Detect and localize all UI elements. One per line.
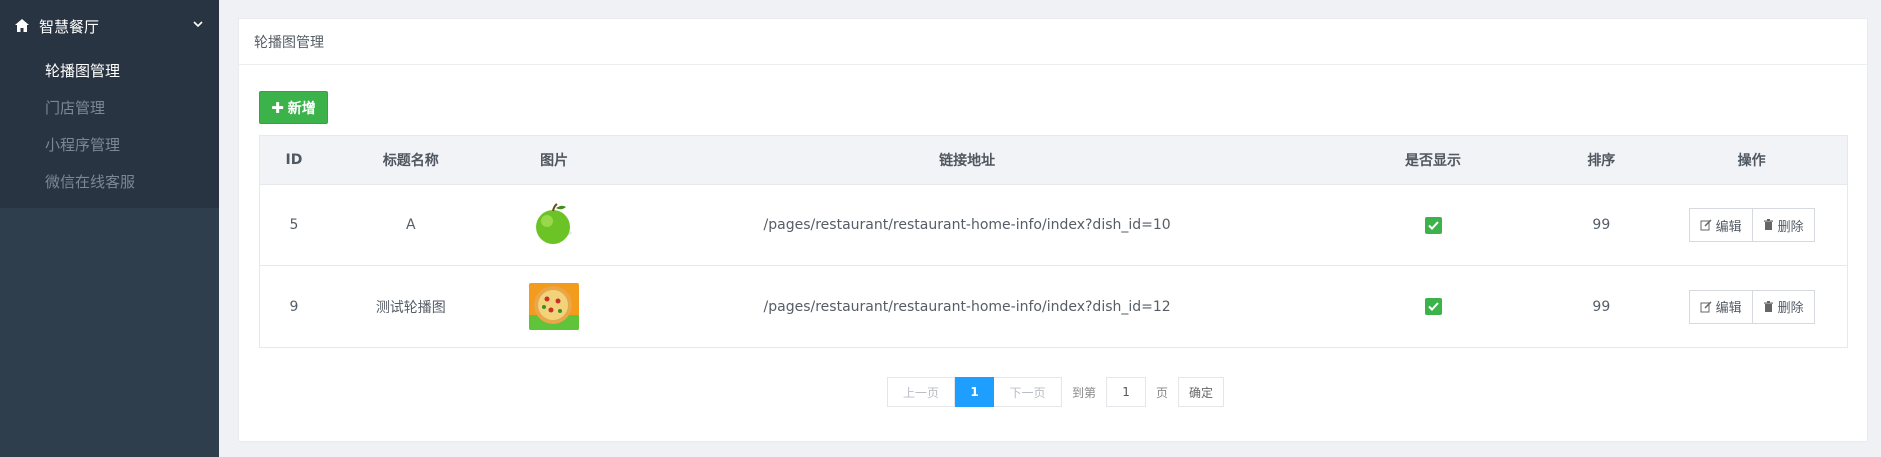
chevron-down-icon	[193, 21, 203, 31]
goto-confirm-button[interactable]: 确定	[1178, 377, 1225, 407]
cell-show	[1320, 266, 1547, 347]
cell-id: 9	[289, 298, 299, 315]
sidebar-group-header[interactable]: 智慧餐厅	[0, 0, 219, 52]
page-number-current[interactable]: 1	[955, 377, 994, 407]
header-show: 是否显示	[1405, 153, 1462, 169]
sidebar-item-stores[interactable]: 门店管理	[0, 89, 219, 126]
sidebar-item-label: 轮播图管理	[45, 62, 121, 80]
cell-image	[494, 266, 615, 347]
sidebar: 智慧餐厅 轮播图管理 门店管理 小程序管理 微信在线客服	[0, 0, 219, 457]
edit-button-label: 编辑	[1715, 219, 1742, 235]
edit-button[interactable]: 编辑	[1688, 289, 1753, 324]
prev-page-button[interactable]: 上一页	[887, 377, 955, 407]
table-row: 9 测试轮播图 /pages/restaurant/restaurant-hom…	[260, 266, 1847, 347]
content-panel: 轮播图管理 ✚ 新增 ID 标题名称 图片 链接地址 是否显示 排序 操作 5 …	[238, 18, 1868, 442]
cell-id: 5	[289, 217, 299, 233]
plus-icon: ✚	[271, 98, 284, 117]
goto-page-input[interactable]	[1106, 377, 1147, 407]
pizza-icon	[529, 283, 580, 330]
sidebar-item-label: 微信在线客服	[45, 173, 136, 191]
delete-button-label: 删除	[1777, 301, 1804, 316]
sidebar-menu: 智慧餐厅 轮播图管理 门店管理 小程序管理 微信在线客服	[0, 0, 219, 208]
cell-title: 测试轮播图	[375, 299, 446, 316]
cell-sort: 99	[1592, 298, 1611, 315]
header-id: ID	[285, 152, 303, 168]
edit-button-label: 编辑	[1715, 301, 1742, 316]
sidebar-item-wechat-service[interactable]: 微信在线客服	[0, 163, 219, 200]
next-page-button[interactable]: 下一页	[994, 377, 1062, 407]
cell-image	[494, 185, 615, 265]
sidebar-item-label: 小程序管理	[45, 136, 121, 154]
operation-buttons: 编辑 删除	[1688, 289, 1815, 324]
sidebar-item-miniprogram[interactable]: 小程序管理	[0, 126, 219, 163]
checkbox-checked-icon[interactable]	[1424, 298, 1442, 315]
edit-icon	[1700, 300, 1712, 312]
add-button-label: 新增	[287, 100, 316, 117]
header-operations: 操作	[1737, 153, 1766, 169]
delete-button[interactable]: 删除	[1752, 289, 1815, 324]
cell-operations: 编辑 删除	[1656, 185, 1847, 265]
sidebar-item-label: 门店管理	[45, 99, 106, 117]
green-apple-icon	[529, 201, 580, 249]
goto-suffix: 页	[1156, 385, 1169, 400]
cell-link: /pages/restaurant/restaurant-home-info/i…	[763, 217, 1171, 233]
delete-button-label: 删除	[1777, 219, 1804, 235]
table-row: 5 A /pages/restaurant/restaurant-home-in…	[260, 185, 1847, 266]
trash-icon	[1763, 300, 1773, 312]
panel-title: 轮播图管理	[254, 34, 324, 51]
home-icon	[15, 19, 29, 33]
header-link: 链接地址	[939, 153, 996, 169]
sidebar-item-carousel[interactable]: 轮播图管理	[0, 52, 219, 89]
table-header: ID 标题名称 图片 链接地址 是否显示 排序 操作	[260, 136, 1847, 185]
header-image: 图片	[540, 153, 569, 169]
header-sort: 排序	[1587, 153, 1616, 169]
delete-button[interactable]: 删除	[1752, 208, 1815, 242]
cell-show	[1320, 185, 1547, 265]
checkbox-checked-icon[interactable]	[1424, 216, 1442, 234]
cell-operations: 编辑 删除	[1656, 266, 1847, 347]
trash-icon	[1763, 219, 1773, 230]
carousel-table: ID 标题名称 图片 链接地址 是否显示 排序 操作 5 A /pages/re…	[259, 135, 1848, 348]
cell-title: A	[406, 217, 416, 233]
operation-buttons: 编辑 删除	[1688, 208, 1815, 242]
sidebar-group-title: 智慧餐厅	[39, 17, 100, 36]
header-title: 标题名称	[382, 153, 439, 169]
goto-prefix: 到第	[1072, 385, 1097, 400]
add-button[interactable]: ✚ 新增	[259, 91, 328, 124]
cell-link: /pages/restaurant/restaurant-home-info/i…	[763, 298, 1171, 315]
pagination: 上一页 1 下一页 到第 页 确定	[887, 377, 1225, 407]
cell-sort: 99	[1592, 217, 1611, 233]
edit-button[interactable]: 编辑	[1688, 208, 1753, 242]
panel-header: 轮播图管理	[239, 19, 1867, 65]
edit-icon	[1700, 219, 1712, 231]
